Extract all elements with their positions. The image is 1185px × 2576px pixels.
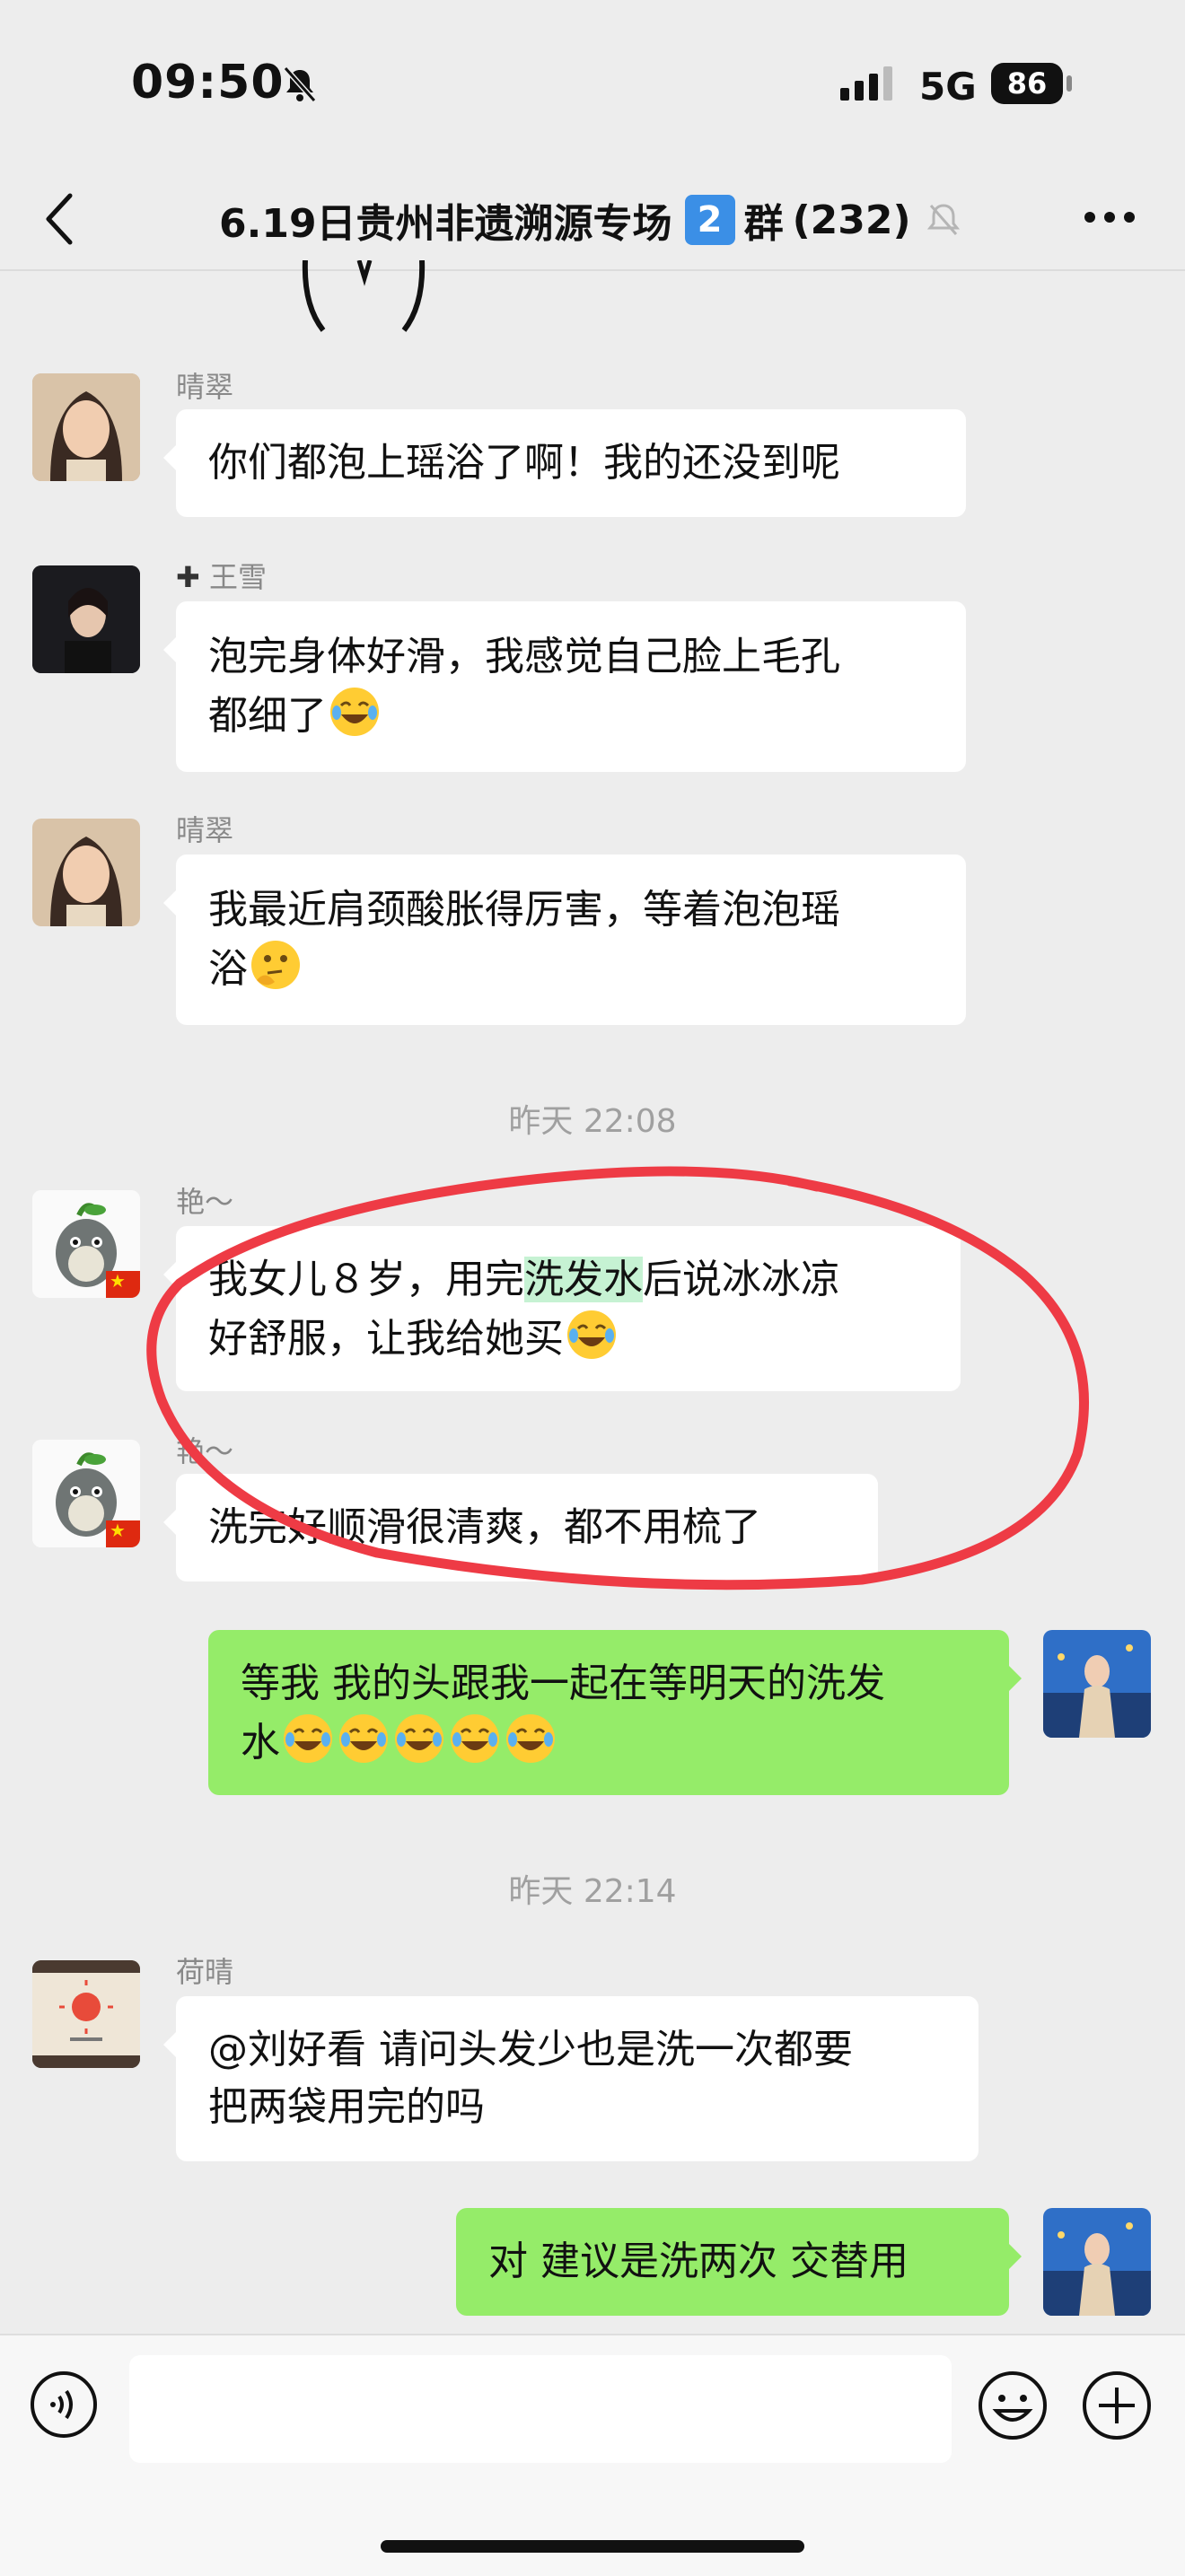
status-bar: 09:50 5G 86 (0, 0, 1185, 171)
avatar-self[interactable] (1043, 2208, 1151, 2316)
bell-muted-icon (926, 204, 960, 235)
chat-title-suffix: 群 (743, 201, 784, 247)
sticker-image[interactable] (296, 260, 431, 332)
cell-signal-icon (840, 66, 892, 101)
avatar[interactable] (32, 1190, 140, 1298)
message-text-line: 浴 (208, 939, 934, 998)
china-flag-icon (106, 1520, 140, 1547)
sender-name: 艳～ (176, 1185, 234, 1219)
tears-of-joy-emoji-icon (330, 688, 379, 736)
sender-name-text: 王雪 (208, 560, 267, 594)
message-bubble[interactable]: 我最近肩颈酸胀得厉害，等着泡泡瑶 浴 (163, 854, 966, 1025)
thinking-emoji-icon (251, 941, 300, 989)
avatar[interactable] (32, 819, 140, 926)
sender-name: 荷晴 (176, 1955, 234, 1989)
timestamp: 昨天 22:14 (508, 1873, 677, 1910)
bell-muted-icon (283, 66, 317, 102)
message-text-line: @刘好看 请问头发少也是洗一次都要 (208, 2027, 853, 2072)
member-count: (232) (792, 197, 911, 243)
message-bubble[interactable]: 洗完好顺滑很清爽，都不用梳了 (163, 1474, 878, 1582)
emoji-icon[interactable] (977, 2370, 1049, 2441)
chat-title-text: 6.19日贵州非遗溯源专场 (219, 201, 672, 247)
message-text-line: 都细了 (208, 686, 934, 745)
tears-of-joy-emoji-icon (339, 1714, 388, 1763)
back-chevron-icon[interactable] (40, 187, 79, 251)
message-bubble[interactable]: 你们都泡上瑶浴了啊！我的还没到呢 (163, 409, 966, 517)
message-text-line: 好舒服，让我给她买 (208, 1309, 928, 1368)
message-bubble[interactable]: @刘好看 请问头发少也是洗一次都要 把两袋用完的吗 (163, 1996, 979, 2161)
sender-name: 艳～ (176, 1434, 234, 1468)
message-bubble[interactable]: 泡完身体好滑，我感觉自己脸上毛孔 都细了 (163, 601, 966, 772)
tears-of-joy-emoji-icon (506, 1714, 555, 1763)
more-dots-icon[interactable] (1077, 190, 1142, 244)
chat-header: 6.19日贵州非遗溯源专场 2 群 (232) (0, 171, 1185, 271)
plus-icon[interactable] (1081, 2370, 1153, 2441)
chat-title[interactable]: 6.19日贵州非遗溯源专场 2 群 (232) (219, 188, 963, 251)
sender-name: 晴翠 (176, 370, 234, 404)
avatar[interactable] (32, 1960, 140, 2068)
tears-of-joy-emoji-icon (567, 1310, 616, 1359)
battery-level: 86 (991, 63, 1063, 104)
message-bubble-self[interactable]: 对 建议是洗两次 交替用 (456, 2208, 1022, 2316)
timestamp: 昨天 22:08 (508, 1103, 677, 1140)
message-text-line: 把两袋用完的吗 (208, 2084, 485, 2130)
message-bubble[interactable]: 我女儿８岁，用完洗发水后说冰冰凉 好舒服，让我给她买 (163, 1226, 961, 1391)
highlighted-keyword: 洗发水 (524, 1257, 643, 1302)
number-badge: 2 (684, 195, 735, 245)
network-type: 5G (919, 65, 977, 109)
avatar-self[interactable] (1043, 1630, 1151, 1738)
tears-of-joy-emoji-icon (395, 1714, 443, 1763)
message-text-line: 我最近肩颈酸胀得厉害，等着泡泡瑶 (208, 887, 840, 933)
message-text: 你们都泡上瑶浴了啊！我的还没到呢 (208, 440, 840, 486)
tears-of-joy-emoji-icon (451, 1714, 499, 1763)
message-text: 洗完好顺滑很清爽，都不用梳了 (208, 1504, 761, 1550)
avatar[interactable] (32, 565, 140, 673)
message-input[interactable] (129, 2355, 952, 2463)
message-text-line: 等我 我的头跟我一起在等明天的洗发 (241, 1660, 885, 1706)
tears-of-joy-emoji-icon (284, 1714, 332, 1763)
avatar[interactable] (32, 1440, 140, 1547)
sender-name: 晴翠 (176, 813, 234, 847)
sender-name: ✚ 王雪 (176, 555, 267, 596)
message-text-line: 我女儿８岁，用完洗发水后说冰冰凉 (208, 1257, 840, 1302)
message-bubble-self[interactable]: 等我 我的头跟我一起在等明天的洗发 水 (208, 1630, 1022, 1795)
admin-plus-icon: ✚ (176, 560, 200, 594)
voice-icon[interactable] (29, 2370, 99, 2440)
china-flag-icon (106, 1271, 140, 1298)
avatar[interactable] (32, 373, 140, 481)
message-text-line: 泡完身体好滑，我感觉自己脸上毛孔 (208, 634, 840, 679)
home-indicator[interactable] (381, 2540, 804, 2553)
message-text: 对 建议是洗两次 交替用 (488, 2239, 908, 2284)
clock: 09:50 (131, 56, 285, 110)
battery-icon: 86 (991, 63, 1074, 104)
message-text-line: 水 (241, 1713, 977, 1772)
